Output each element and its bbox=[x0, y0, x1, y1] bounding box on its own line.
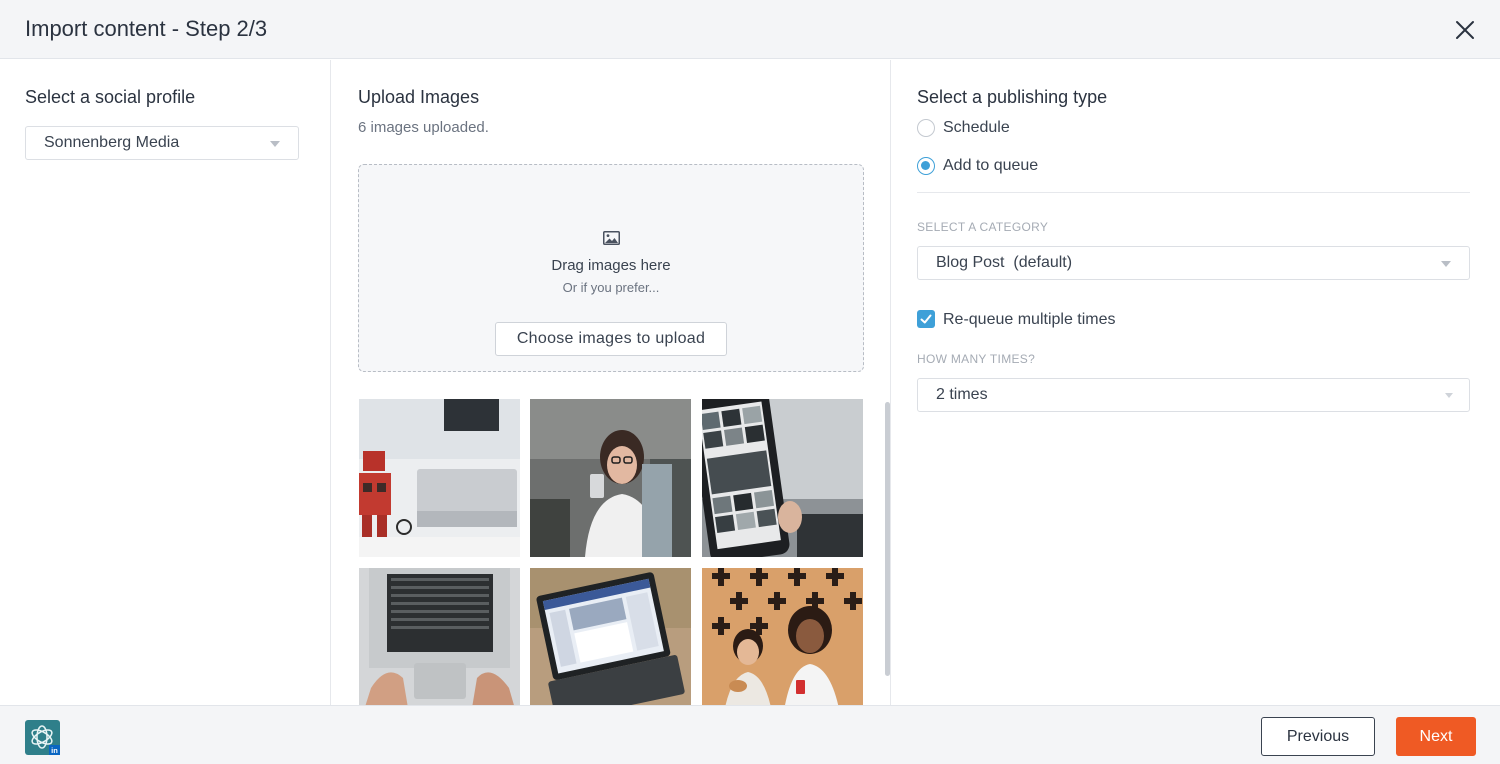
publishing-type-panel: Select a publishing type Schedule Add to… bbox=[891, 60, 1500, 705]
profile-select-value: Sonnenberg Media bbox=[44, 134, 180, 151]
modal-footer: in Previous Next bbox=[0, 705, 1500, 764]
category-label: SELECT A CATEGORY bbox=[917, 220, 1049, 234]
modal-header: Import content - Step 2/3 bbox=[0, 0, 1500, 59]
thumbnail-two-women[interactable] bbox=[702, 568, 863, 705]
thumbnail-robot-laptop[interactable] bbox=[359, 399, 520, 557]
dropzone-sub-text: Or if you prefer... bbox=[562, 280, 660, 295]
social-profile-panel: Select a social profile Sonnenberg Media bbox=[0, 60, 331, 705]
section-divider bbox=[917, 192, 1470, 193]
schedule-label: Schedule bbox=[943, 119, 1010, 136]
category-select[interactable]: Blog Post (default) bbox=[917, 246, 1470, 280]
chevron-down-icon bbox=[1441, 261, 1451, 267]
close-icon[interactable] bbox=[1452, 17, 1478, 43]
thumbnail-woman-phone[interactable] bbox=[530, 399, 691, 557]
profile-select[interactable]: Sonnenberg Media bbox=[25, 126, 299, 160]
dropzone-main-text: Drag images here bbox=[551, 257, 671, 274]
previous-button[interactable]: Previous bbox=[1261, 717, 1375, 756]
requeue-label: Re-queue multiple times bbox=[943, 311, 1116, 328]
thumbnail-hands-typing[interactable] bbox=[359, 568, 520, 705]
requeue-checkbox[interactable] bbox=[917, 310, 935, 328]
image-icon bbox=[603, 231, 620, 245]
how-many-times-label: HOW MANY TIMES? bbox=[917, 352, 1036, 366]
modal-title: Import content - Step 2/3 bbox=[25, 16, 268, 41]
add-to-queue-radio[interactable] bbox=[917, 157, 935, 175]
next-button[interactable]: Next bbox=[1396, 717, 1476, 756]
upload-status: 6 images uploaded. bbox=[358, 119, 489, 136]
schedule-radio[interactable] bbox=[917, 119, 935, 137]
app-logo-icon: in bbox=[25, 720, 60, 755]
logo-badge: in bbox=[51, 746, 58, 755]
times-select-value: 2 times bbox=[936, 386, 988, 403]
upload-images-title: Upload Images bbox=[358, 87, 480, 107]
image-dropzone[interactable]: Drag images here Or if you prefer... Cho… bbox=[358, 164, 864, 372]
social-profile-title: Select a social profile bbox=[25, 87, 196, 107]
times-select[interactable]: 2 times bbox=[917, 378, 1470, 412]
add-to-queue-label: Add to queue bbox=[943, 157, 1039, 174]
thumbnail-laptop-feed[interactable] bbox=[530, 568, 691, 705]
category-select-value: Blog Post (default) bbox=[936, 254, 1073, 271]
publishing-type-title: Select a publishing type bbox=[917, 87, 1108, 107]
choose-images-button[interactable]: Choose images to upload bbox=[495, 322, 727, 356]
thumbnail-phone-grid[interactable] bbox=[702, 399, 863, 557]
chevron-down-icon bbox=[1445, 393, 1453, 398]
chevron-down-icon bbox=[270, 141, 280, 147]
checkmark-icon bbox=[920, 314, 932, 324]
images-scrollbar[interactable] bbox=[885, 402, 890, 676]
upload-images-panel: Upload Images 6 images uploaded. Drag im… bbox=[331, 60, 891, 705]
